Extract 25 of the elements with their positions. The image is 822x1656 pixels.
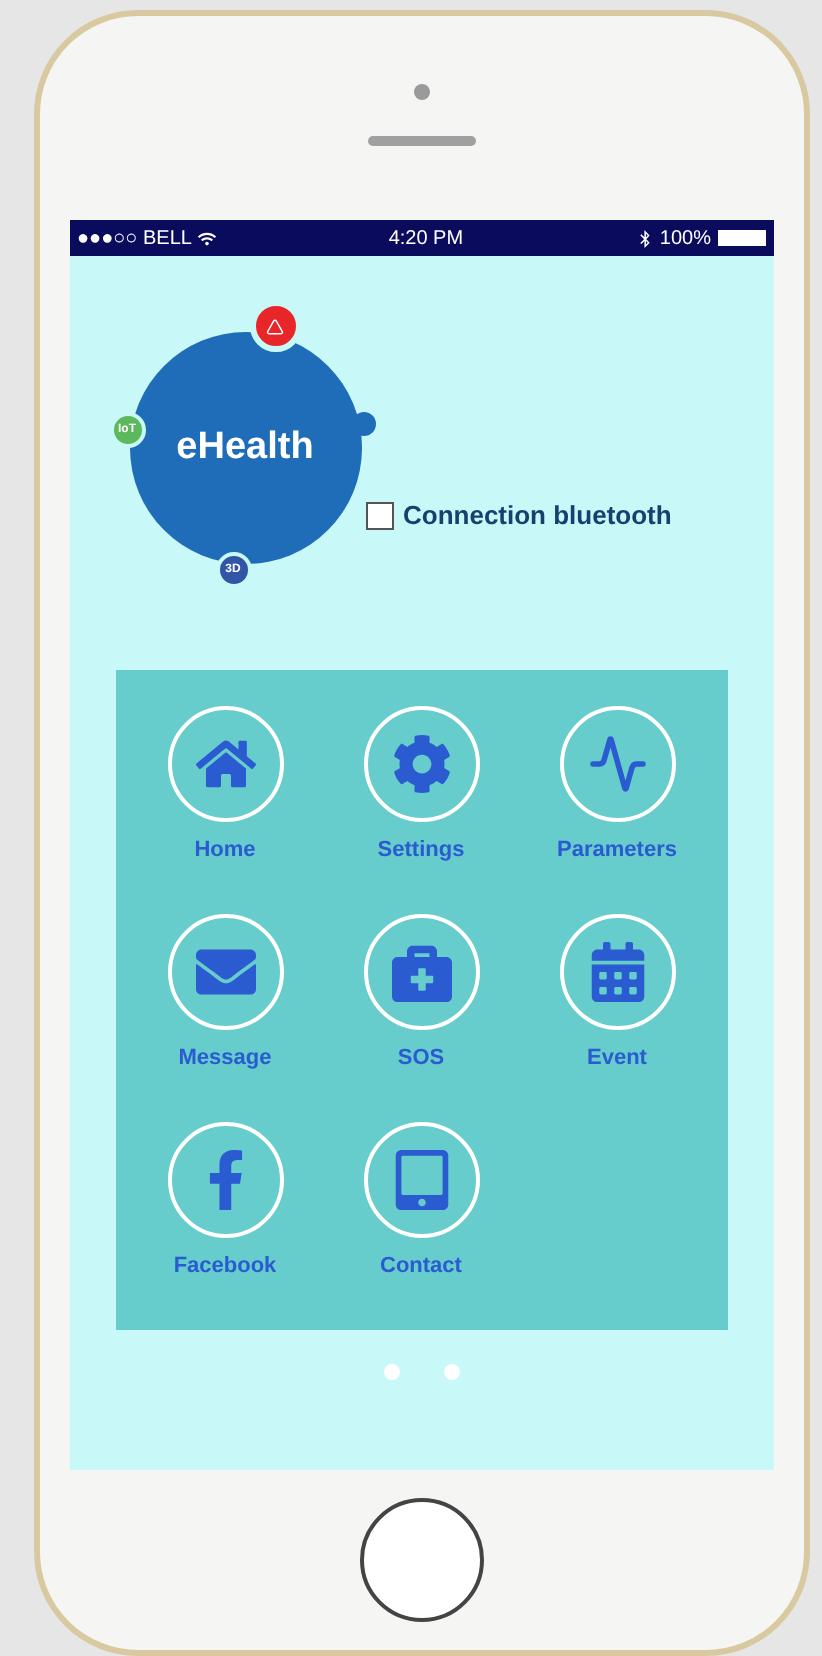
- menu-item[interactable]: Settings: [323, 706, 519, 898]
- pulse-icon: [587, 734, 647, 794]
- speaker-grille: [367, 136, 475, 146]
- menu-item[interactable]: SOS: [323, 914, 519, 1106]
- menu-item[interactable]: Message: [127, 914, 323, 1106]
- battery-text: 100%: [659, 225, 711, 253]
- menu-item[interactable]: Event: [519, 914, 715, 1106]
- settings-icon: [391, 734, 451, 794]
- camera-icon: [413, 84, 429, 100]
- time-text: 4:20 PM: [388, 225, 464, 253]
- bluetooth-checkbox[interactable]: [365, 501, 393, 530]
- logo-title: eHealth: [176, 423, 314, 472]
- menu-item[interactable]: Parameters: [519, 706, 715, 898]
- tablet-icon: [391, 1150, 451, 1210]
- menu-item[interactable]: Home: [127, 706, 323, 898]
- medical-kit-icon: [391, 942, 451, 1002]
- menu-item[interactable]: Contact: [323, 1122, 519, 1314]
- bluetooth-icon: [635, 229, 654, 247]
- battery-icon: [717, 230, 765, 246]
- calendar-icon: [587, 942, 647, 1002]
- checkbox-label: Connection bluetooth: [403, 498, 672, 534]
- wifi-icon: [197, 229, 216, 247]
- warning-icon: [266, 317, 284, 335]
- carrier-text: ●●●○○ BELL: [77, 225, 192, 253]
- menu-item[interactable]: Facebook: [127, 1122, 323, 1314]
